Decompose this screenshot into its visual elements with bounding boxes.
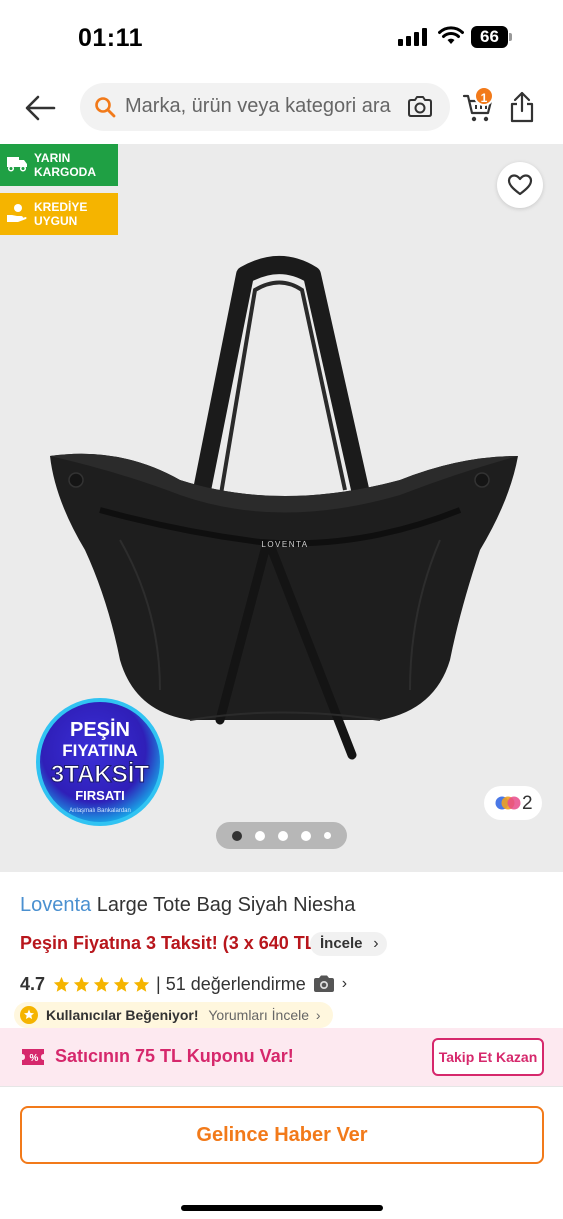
color-variants-button[interactable]: 2 <box>484 786 542 820</box>
rating-value: 4.7 <box>20 973 46 994</box>
star-icon <box>113 976 130 992</box>
tag-line: UYGUN <box>34 214 78 228</box>
back-button[interactable] <box>22 90 62 126</box>
review-button-label: İncele <box>320 935 363 952</box>
pager-dot[interactable] <box>278 830 288 841</box>
home-indicator[interactable] <box>181 1205 383 1211</box>
cellular-signal-icon <box>398 28 427 46</box>
favorite-button[interactable] <box>497 162 543 208</box>
battery-level: 66 <box>480 27 499 46</box>
rating-count: | 51 değerlendirme <box>156 973 306 994</box>
next-day-shipping-badge: YARIN KARGODA <box>0 144 118 186</box>
product-info: Loventa Large Tote Bag Siyah Niesha Peşi… <box>0 872 563 1028</box>
chevron-right-icon: › <box>373 935 379 952</box>
color-swatches-icon <box>495 796 521 810</box>
star-rating <box>53 976 150 993</box>
product-photo-tote-bag: LOVENTA <box>50 256 518 760</box>
seal-line: 3TAKSİT <box>51 761 150 788</box>
installment-offer: Peşin Fiyatına 3 Taksit! (3 x 640 TL) <box>20 933 322 953</box>
seal-line: PEŞİN <box>70 718 130 741</box>
star-icon <box>93 976 110 992</box>
tag-line: YARIN <box>34 151 71 165</box>
search-placeholder: Marka, ürün veya kategori ara <box>125 95 391 117</box>
coupon-text: Satıcının 75 TL Kuponu Var! <box>55 1046 294 1066</box>
camera-search-icon[interactable] <box>406 94 434 120</box>
wifi-icon <box>438 26 464 44</box>
product-name: Large Tote Bag Siyah Niesha <box>96 894 356 916</box>
tag-line: KREDİYE <box>34 200 88 214</box>
search-icon <box>95 97 116 118</box>
chevron-right-icon: › <box>315 1007 321 1023</box>
liked-label: Kullanıcılar Beğeniyor! <box>46 1007 199 1023</box>
seller-coupon-banner: % Satıcının 75 TL Kuponu Var! Takip Et K… <box>0 1028 563 1086</box>
coupon-ticket-icon: % <box>22 1049 44 1065</box>
tag-line: KARGODA <box>34 165 96 179</box>
notify-when-available-button[interactable]: Gelince Haber Ver <box>20 1106 544 1164</box>
heart-icon <box>507 174 533 196</box>
rating-summary[interactable]: 4.7 | 51 değerlendirme › <box>20 972 347 996</box>
battery-icon: 66 <box>471 26 513 48</box>
credit-hand-icon <box>7 204 27 222</box>
reviews-link[interactable]: Yorumları İncele <box>208 1007 309 1023</box>
seal-line: Anlaşmalı Bankalardan <box>69 808 131 814</box>
pager-dot[interactable] <box>232 830 242 841</box>
seal-line: FIYATINA <box>62 741 138 760</box>
pager-dot[interactable] <box>255 830 265 841</box>
pager-dot[interactable] <box>324 832 331 839</box>
status-time: 01:11 <box>78 24 144 52</box>
pager-dot[interactable] <box>301 830 311 841</box>
chevron-right-icon: › <box>341 975 348 992</box>
bottom-action-bar: Gelince Haber Ver <box>0 1086 563 1219</box>
svg-text:%: % <box>30 1053 39 1064</box>
share-icon <box>510 91 534 123</box>
status-bar: 01:11 66 <box>0 0 563 72</box>
star-icon <box>73 976 90 992</box>
users-like-badge[interactable]: Kullanıcılar Beğeniyor! Yorumları İncele… <box>14 1002 333 1028</box>
photo-review-camera-icon <box>313 975 334 992</box>
cart-count-badge: 1 <box>474 86 494 106</box>
truck-icon <box>7 157 27 172</box>
share-button[interactable] <box>508 90 536 124</box>
variant-count: 2 <box>522 793 533 814</box>
credit-eligible-badge: KREDİYE UYGUN <box>0 193 118 235</box>
follow-and-win-button[interactable]: Takip Et Kazan <box>432 1038 544 1076</box>
star-badge-icon <box>20 1006 38 1024</box>
seal-line: FIRSATI <box>75 788 125 803</box>
installment-review-button[interactable]: İncele › <box>310 932 387 956</box>
back-arrow-icon <box>25 95 56 121</box>
installment-promo-seal: PEŞİN FIYATINA 3TAKSİT FIRSATI Anlaşmalı… <box>36 698 164 826</box>
product-title: Loventa Large Tote Bag Siyah Niesha <box>20 894 355 917</box>
search-input[interactable]: Marka, ürün veya kategori ara <box>80 83 450 131</box>
bag-logo-text: LOVENTA <box>261 540 308 549</box>
star-icon <box>53 976 70 992</box>
top-navigation: Marka, ürün veya kategori ara 1 <box>0 72 563 144</box>
image-pager[interactable] <box>216 822 347 849</box>
brand-link[interactable]: Loventa <box>20 894 91 916</box>
star-icon <box>133 976 150 992</box>
product-image-gallery[interactable]: YARIN KARGODA KREDİYE UYGUN LOVENTA PEŞİ… <box>0 144 563 872</box>
